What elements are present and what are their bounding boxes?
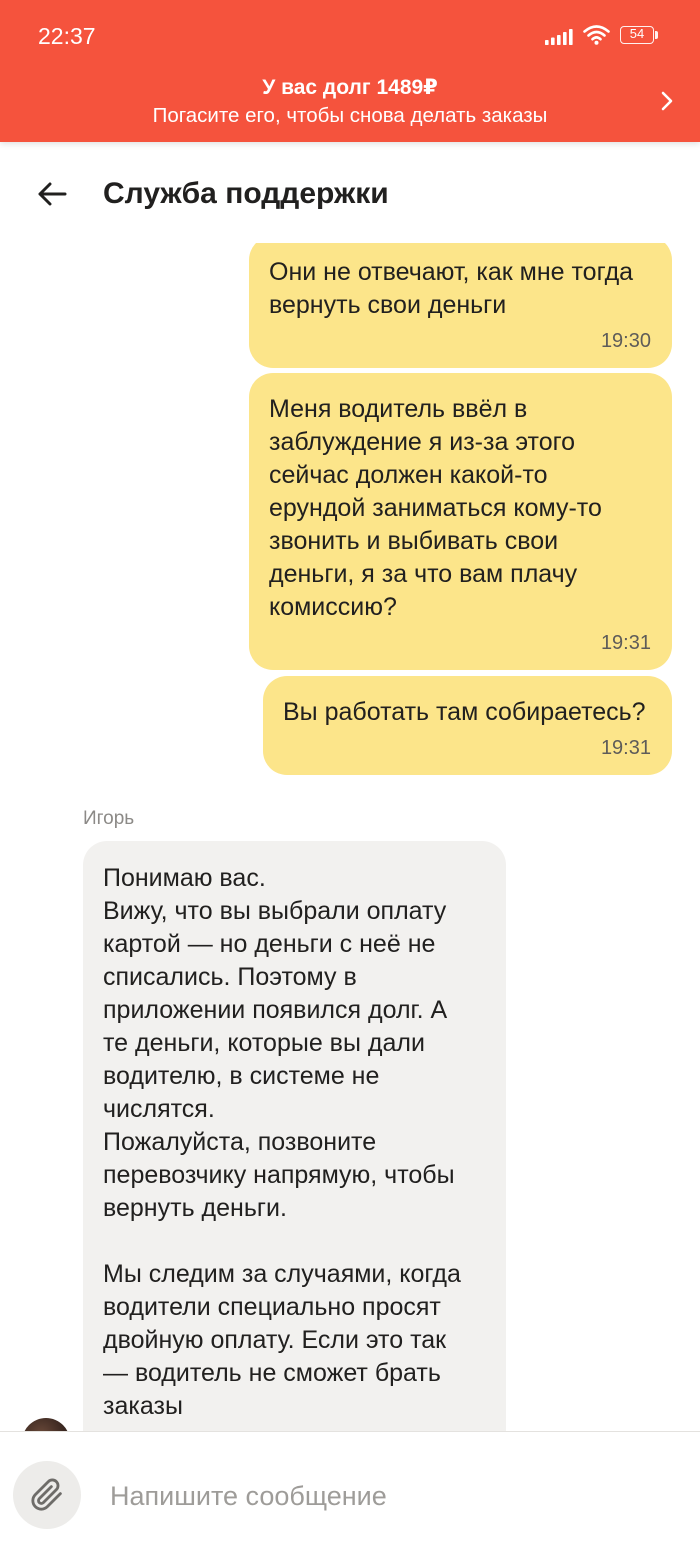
message-time: 19:31 bbox=[600, 632, 651, 654]
message-line: звонить и выбивать свои bbox=[269, 527, 559, 555]
message-line: вернуть свои деньги bbox=[269, 291, 507, 319]
message-line: сейчас должен какой-то bbox=[269, 461, 548, 489]
message-input[interactable] bbox=[110, 1478, 680, 1514]
message-line: заблуждение я из-за этого bbox=[269, 428, 576, 456]
arrow-left-icon bbox=[38, 182, 67, 206]
message-line: те деньги, которые вы дали bbox=[103, 1029, 425, 1057]
incoming-message: Понимаю вас. Вижу, что вы выбрали оплату… bbox=[83, 841, 506, 1431]
message-line: заказы bbox=[103, 1392, 183, 1420]
sender-name: Игорь bbox=[83, 808, 135, 829]
message-line: списались. Поэтому в bbox=[103, 963, 357, 991]
outgoing-message: Вы работать там собираетесь? 19:31 bbox=[263, 676, 672, 775]
debt-title: У вас долг 1489₽ bbox=[262, 76, 438, 99]
avatar bbox=[22, 1418, 70, 1431]
message-paragraph: Мы следим за случаями, когда водители сп… bbox=[103, 1258, 486, 1423]
signal-icon bbox=[545, 28, 573, 45]
message-line: комиссию? bbox=[269, 593, 397, 621]
message-line: картой — но деньги с неё не bbox=[103, 930, 436, 958]
message-line: Пожалуйста, позвоните bbox=[103, 1128, 377, 1156]
chevron-right-icon[interactable] bbox=[661, 91, 673, 111]
message-line: Они не отвечают, как мне тогда bbox=[269, 258, 634, 286]
message-paragraph: Понимаю вас. Вижу, что вы выбрали оплату… bbox=[103, 862, 486, 1225]
battery-nub bbox=[655, 31, 658, 39]
message-line: деньги, я за что вам плачу bbox=[269, 560, 578, 588]
message-line: водители специально просят bbox=[103, 1293, 441, 1321]
message-line: числятся. bbox=[103, 1095, 215, 1123]
message-line: двойную оплату. Если это так bbox=[103, 1326, 447, 1354]
message-time: 19:30 bbox=[600, 330, 651, 352]
message-line: водителю, в системе не bbox=[103, 1062, 380, 1090]
battery-icon: 54 bbox=[620, 26, 654, 44]
message-composer bbox=[0, 1431, 700, 1556]
message-line: Вы работать там собираетесь? bbox=[283, 698, 646, 726]
paperclip-icon bbox=[31, 1478, 62, 1511]
wifi-icon bbox=[583, 24, 610, 45]
message-line: Понимаю вас. bbox=[103, 864, 266, 892]
page-title: Служба поддержки bbox=[103, 177, 389, 210]
message-line: ерундой заниматься кому-то bbox=[269, 494, 602, 522]
outgoing-message: Меня водитель ввёл в заблуждение я из-за… bbox=[249, 373, 672, 670]
message-line: вернуть деньги. bbox=[103, 1194, 287, 1222]
battery-level: 54 bbox=[629, 26, 645, 41]
chat-area[interactable]: Они не отвечают, как мне тогда вернуть с… bbox=[0, 243, 700, 1431]
outgoing-message: Они не отвечают, как мне тогда вернуть с… bbox=[249, 243, 672, 368]
status-time: 22:37 bbox=[38, 23, 96, 49]
chat-header: Служба поддержки bbox=[0, 142, 700, 243]
back-button[interactable] bbox=[33, 178, 73, 210]
attach-button[interactable] bbox=[13, 1461, 81, 1529]
message-line: перевозчику напрямую, чтобы bbox=[103, 1161, 455, 1189]
message-line: Мы следим за случаями, когда bbox=[103, 1260, 461, 1288]
message-line: Меня водитель ввёл в bbox=[269, 395, 528, 423]
debt-banner[interactable]: 22:37 54 У вас долг 1489₽ Погасите его, … bbox=[0, 0, 700, 142]
debt-subtitle: Погасите его, чтобы снова делать заказы bbox=[152, 104, 548, 127]
message-line: — водитель не сможет брать bbox=[103, 1359, 441, 1387]
message-line: приложении появился долг. А bbox=[103, 996, 448, 1024]
message-time: 19:31 bbox=[600, 737, 651, 759]
message-line: Вижу, что вы выбрали оплату bbox=[103, 897, 447, 925]
